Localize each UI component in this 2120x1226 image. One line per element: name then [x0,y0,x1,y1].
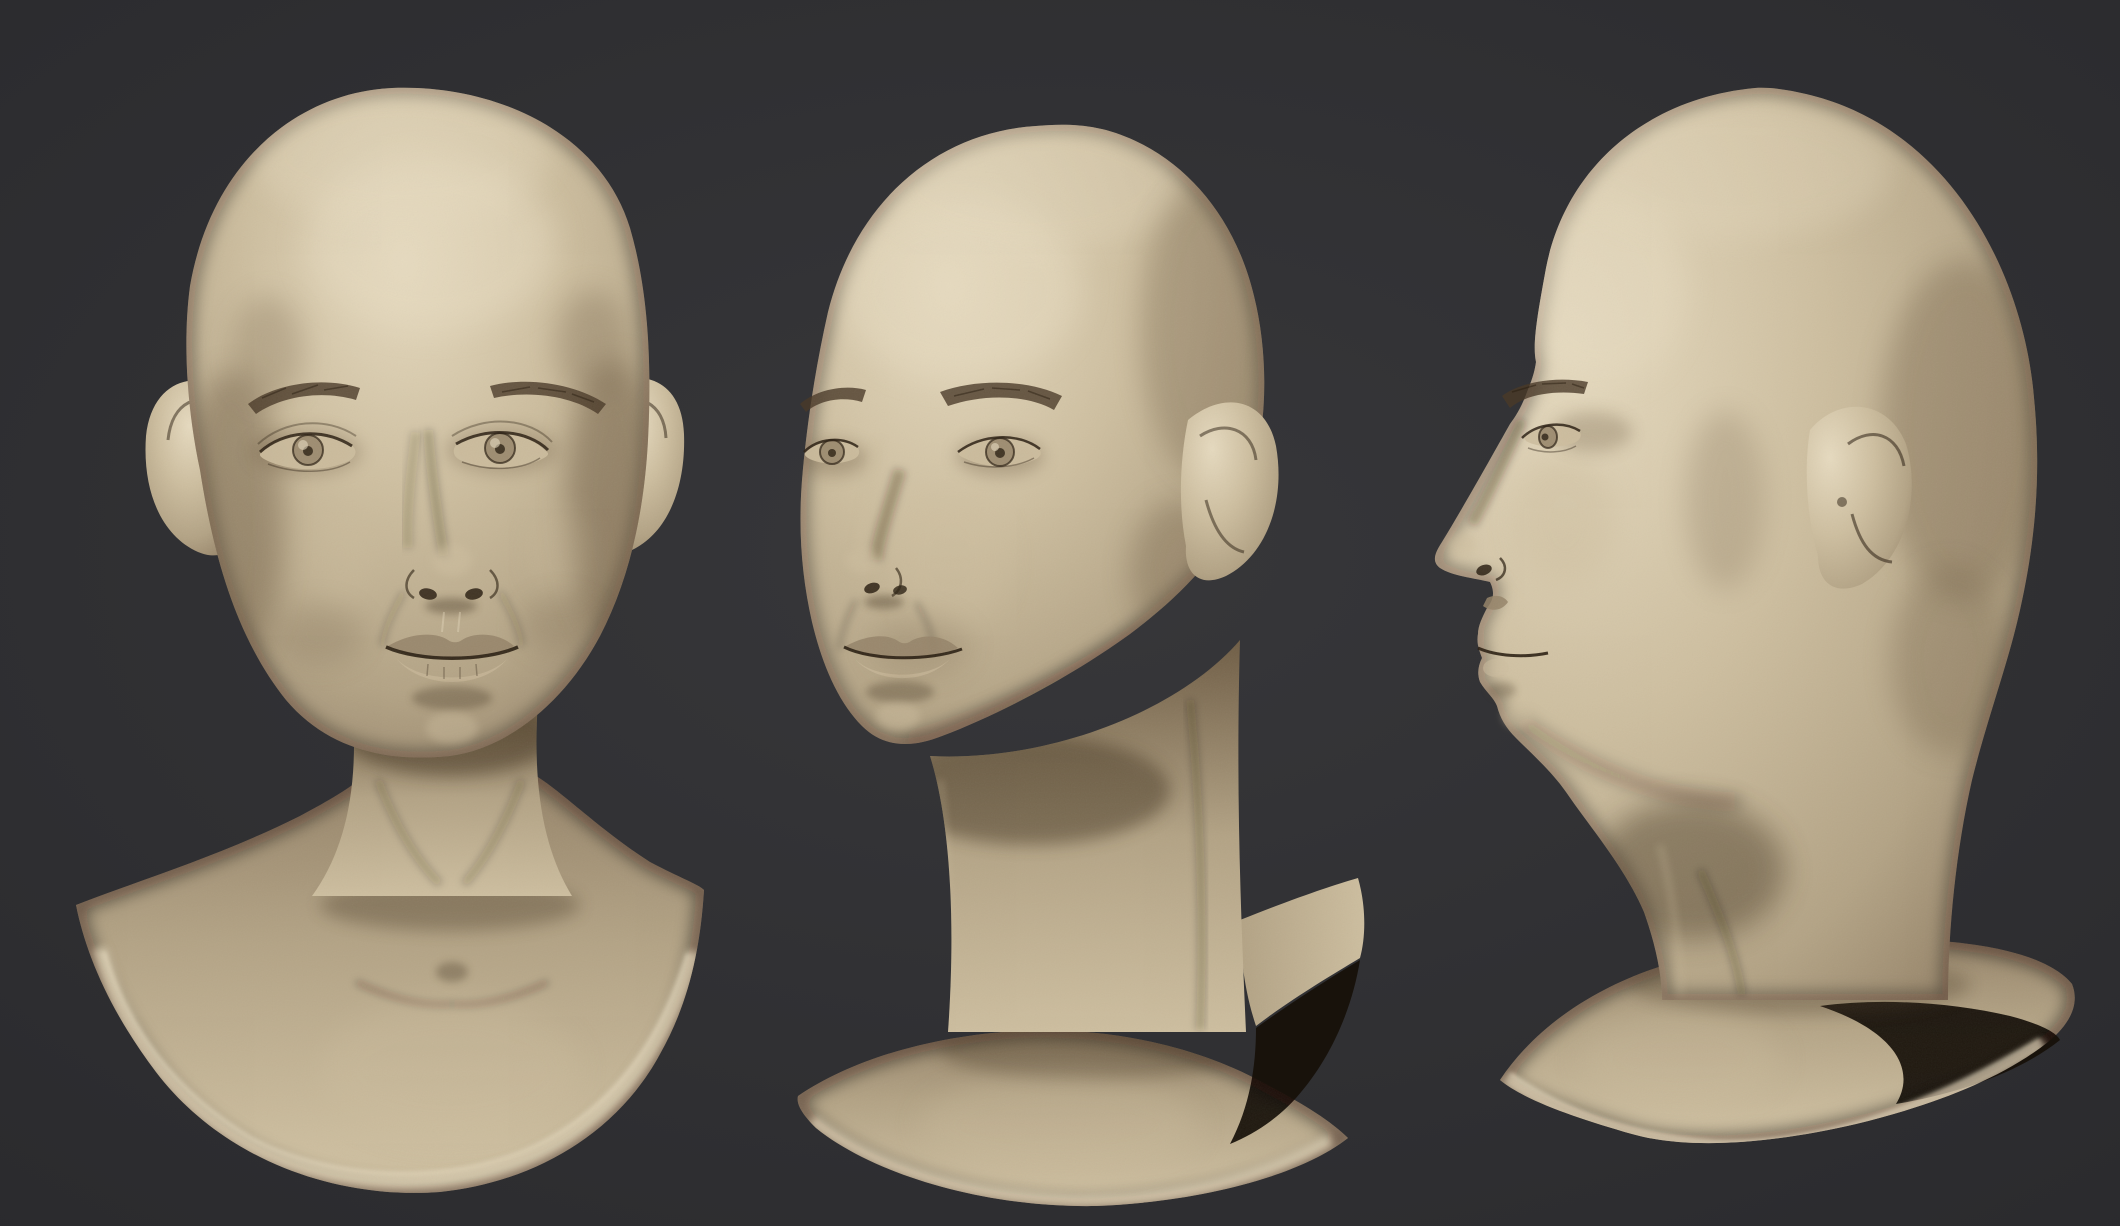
sculpt-render [0,0,2120,1226]
render-canvas [0,0,2120,1226]
